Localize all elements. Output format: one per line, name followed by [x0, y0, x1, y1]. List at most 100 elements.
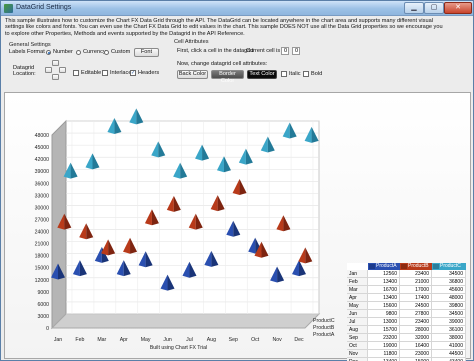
minimize-button[interactable]: ▁ — [404, 2, 424, 14]
y-tick-label: 0 — [46, 326, 49, 332]
datagrid-month-cell[interactable]: Oct — [347, 342, 368, 349]
pyramid-point-productc[interactable] — [129, 108, 144, 125]
datagrid-value-cell[interactable]: 13400 — [368, 294, 400, 301]
datagrid-month-cell[interactable]: Jun — [347, 310, 368, 317]
radio-currency[interactable]: Currency — [76, 49, 106, 55]
interlace-check-box[interactable] — [102, 70, 108, 76]
datagrid-row[interactable]: May 15600 24500 39800 — [347, 302, 466, 310]
datagrid-value-cell[interactable]: 12560 — [368, 270, 400, 277]
datagrid-value-cell[interactable]: 34500 — [432, 270, 466, 277]
datagrid-row[interactable]: Jun 9800 27800 34500 — [347, 310, 466, 318]
datagrid-row[interactable]: Jan 12560 23400 34500 — [347, 270, 466, 278]
datagrid-value-cell[interactable]: 23200 — [368, 334, 400, 341]
datagrid-month-cell[interactable]: May — [347, 302, 368, 309]
datagrid-row[interactable]: Mar 16700 17000 45600 — [347, 286, 466, 294]
x-tick-label: Mar — [97, 337, 106, 343]
datagrid-row[interactable]: Sep 23200 32000 38000 — [347, 334, 466, 342]
y-tick-label: 33000 — [35, 193, 50, 199]
chart-area[interactable]: 0 3000 6000 9000 12000 15000 18000 21000 24000 27… — [4, 92, 471, 361]
location-left-button[interactable] — [45, 67, 52, 73]
datagrid-month-cell[interactable]: Apr — [347, 294, 368, 301]
datagrid-value-cell[interactable]: 39000 — [432, 318, 466, 325]
border-color-button[interactable]: Border Color — [211, 70, 244, 84]
datagrid-month-cell[interactable]: Mar — [347, 286, 368, 293]
datagrid-value-cell[interactable]: 16700 — [368, 286, 400, 293]
datagrid-header-productb[interactable]: ProductB — [400, 263, 432, 270]
maximize-button[interactable]: ▢ — [424, 2, 444, 14]
datagrid-value-cell[interactable]: 21000 — [400, 278, 432, 285]
radio-number-indicator[interactable] — [46, 49, 51, 55]
x-tick-label: Dec — [294, 337, 304, 343]
datagrid-row[interactable]: Jul 13000 23400 39000 — [347, 318, 466, 326]
datagrid-value-cell[interactable]: 9800 — [368, 310, 400, 317]
datagrid-value-cell[interactable]: 41000 — [432, 342, 466, 349]
x-tick-label: Jul — [186, 337, 193, 343]
datagrid-value-cell[interactable]: 13000 — [368, 318, 400, 325]
editable-check-box[interactable] — [73, 70, 79, 76]
datagrid-value-cell[interactable]: 36800 — [432, 278, 466, 285]
datagrid-value-cell[interactable]: 23000 — [400, 350, 432, 357]
editable-checkbox[interactable]: Editable — [73, 70, 101, 76]
datagrid-value-cell[interactable]: 11800 — [368, 350, 400, 357]
back-color-button[interactable]: Back Color — [177, 70, 208, 79]
datagrid-month-cell[interactable]: Nov — [347, 350, 368, 357]
datagrid-value-cell[interactable]: 48000 — [432, 294, 466, 301]
radio-number[interactable]: Number — [46, 49, 73, 55]
datagrid-value-cell[interactable]: 27800 — [400, 310, 432, 317]
datagrid-value-cell[interactable]: 24500 — [400, 302, 432, 309]
datagrid-row[interactable]: Feb 13400 21000 36800 — [347, 278, 466, 286]
datagrid-value-cell[interactable]: 45600 — [432, 286, 466, 293]
datagrid-row[interactable]: Aug 15700 28000 36100 — [347, 326, 466, 334]
datagrid-month-cell[interactable]: Feb — [347, 278, 368, 285]
datagrid-value-cell[interactable]: 38000 — [432, 334, 466, 341]
datagrid-value-cell[interactable]: 13400 — [368, 278, 400, 285]
radio-currency-indicator[interactable] — [76, 49, 81, 55]
italic-check-box[interactable] — [281, 71, 287, 77]
datagrid-value-cell[interactable]: 34500 — [432, 310, 466, 317]
datagrid-month-cell[interactable]: Sep — [347, 334, 368, 341]
radio-custom-indicator[interactable] — [104, 49, 109, 55]
datagrid-row[interactable]: Oct 19000 16400 41000 — [347, 342, 466, 350]
datagrid-value-cell[interactable]: 23400 — [400, 318, 432, 325]
datagrid-value-cell[interactable]: 19000 — [368, 342, 400, 349]
interlace-checkbox[interactable]: Interlace — [102, 70, 131, 76]
datagrid-value-cell[interactable]: 32000 — [400, 334, 432, 341]
datagrid-month-cell[interactable]: Jan — [347, 270, 368, 277]
datagrid-header-productc[interactable]: ProductC — [432, 263, 466, 270]
title-bar[interactable]: DataGrid Settings ▁ ▢ ✕ — [1, 1, 473, 16]
datagrid-value-cell[interactable]: 15600 — [368, 302, 400, 309]
datagrid-value-cell[interactable]: 17000 — [400, 286, 432, 293]
location-right-button[interactable] — [59, 67, 66, 73]
font-button[interactable]: Font — [134, 48, 159, 57]
datagrid-value-cell[interactable]: 44500 — [432, 350, 466, 357]
datagrid-row[interactable]: Apr 13400 17400 48000 — [347, 294, 466, 302]
headers-checkbox[interactable]: ✓ Headers — [130, 70, 159, 76]
datagrid-value-cell[interactable]: 15700 — [368, 326, 400, 333]
datagrid-value-cell[interactable]: 39800 — [432, 302, 466, 309]
bold-check-box[interactable] — [303, 71, 309, 77]
text-color-button[interactable]: Text Color — [247, 70, 277, 79]
datagrid-value-cell[interactable]: 28000 — [400, 326, 432, 333]
datagrid[interactable]: ProductA ProductB ProductC Jan 12560 23400… — [347, 263, 466, 361]
datagrid-body[interactable]: Jan 12560 23400 34500 Feb 13400 21000 36800 Mar 1… — [347, 270, 466, 361]
y-tick-label: 18000 — [35, 254, 50, 260]
datagrid-month-cell[interactable]: Jul — [347, 318, 368, 325]
headers-check-box[interactable]: ✓ — [130, 70, 136, 76]
datagrid-header-producta[interactable]: ProductA — [368, 263, 400, 270]
y-tick-label: 6000 — [37, 302, 49, 308]
location-top-button[interactable] — [52, 60, 59, 66]
change-attributes-text: Now, change datagrid cell attributes: — [177, 61, 268, 67]
italic-checkbox[interactable]: Italic — [281, 71, 301, 77]
datagrid-value-cell[interactable]: 36100 — [432, 326, 466, 333]
datagrid-value-cell[interactable]: 17400 — [400, 294, 432, 301]
location-bottom-button[interactable] — [52, 74, 59, 80]
close-button[interactable]: ✕ — [444, 2, 472, 14]
datagrid-value-cell[interactable]: 23400 — [400, 270, 432, 277]
radio-custom[interactable]: Custom — [104, 49, 130, 55]
datagrid-value-cell[interactable]: 16400 — [400, 342, 432, 349]
datagrid-month-cell[interactable]: Aug — [347, 326, 368, 333]
y-tick-label: 42000 — [35, 157, 50, 163]
datagrid-row[interactable]: Nov 11800 23000 44500 — [347, 350, 466, 358]
datagrid-header: ProductA ProductB ProductC — [347, 263, 466, 270]
bold-checkbox[interactable]: Bold — [303, 71, 322, 77]
